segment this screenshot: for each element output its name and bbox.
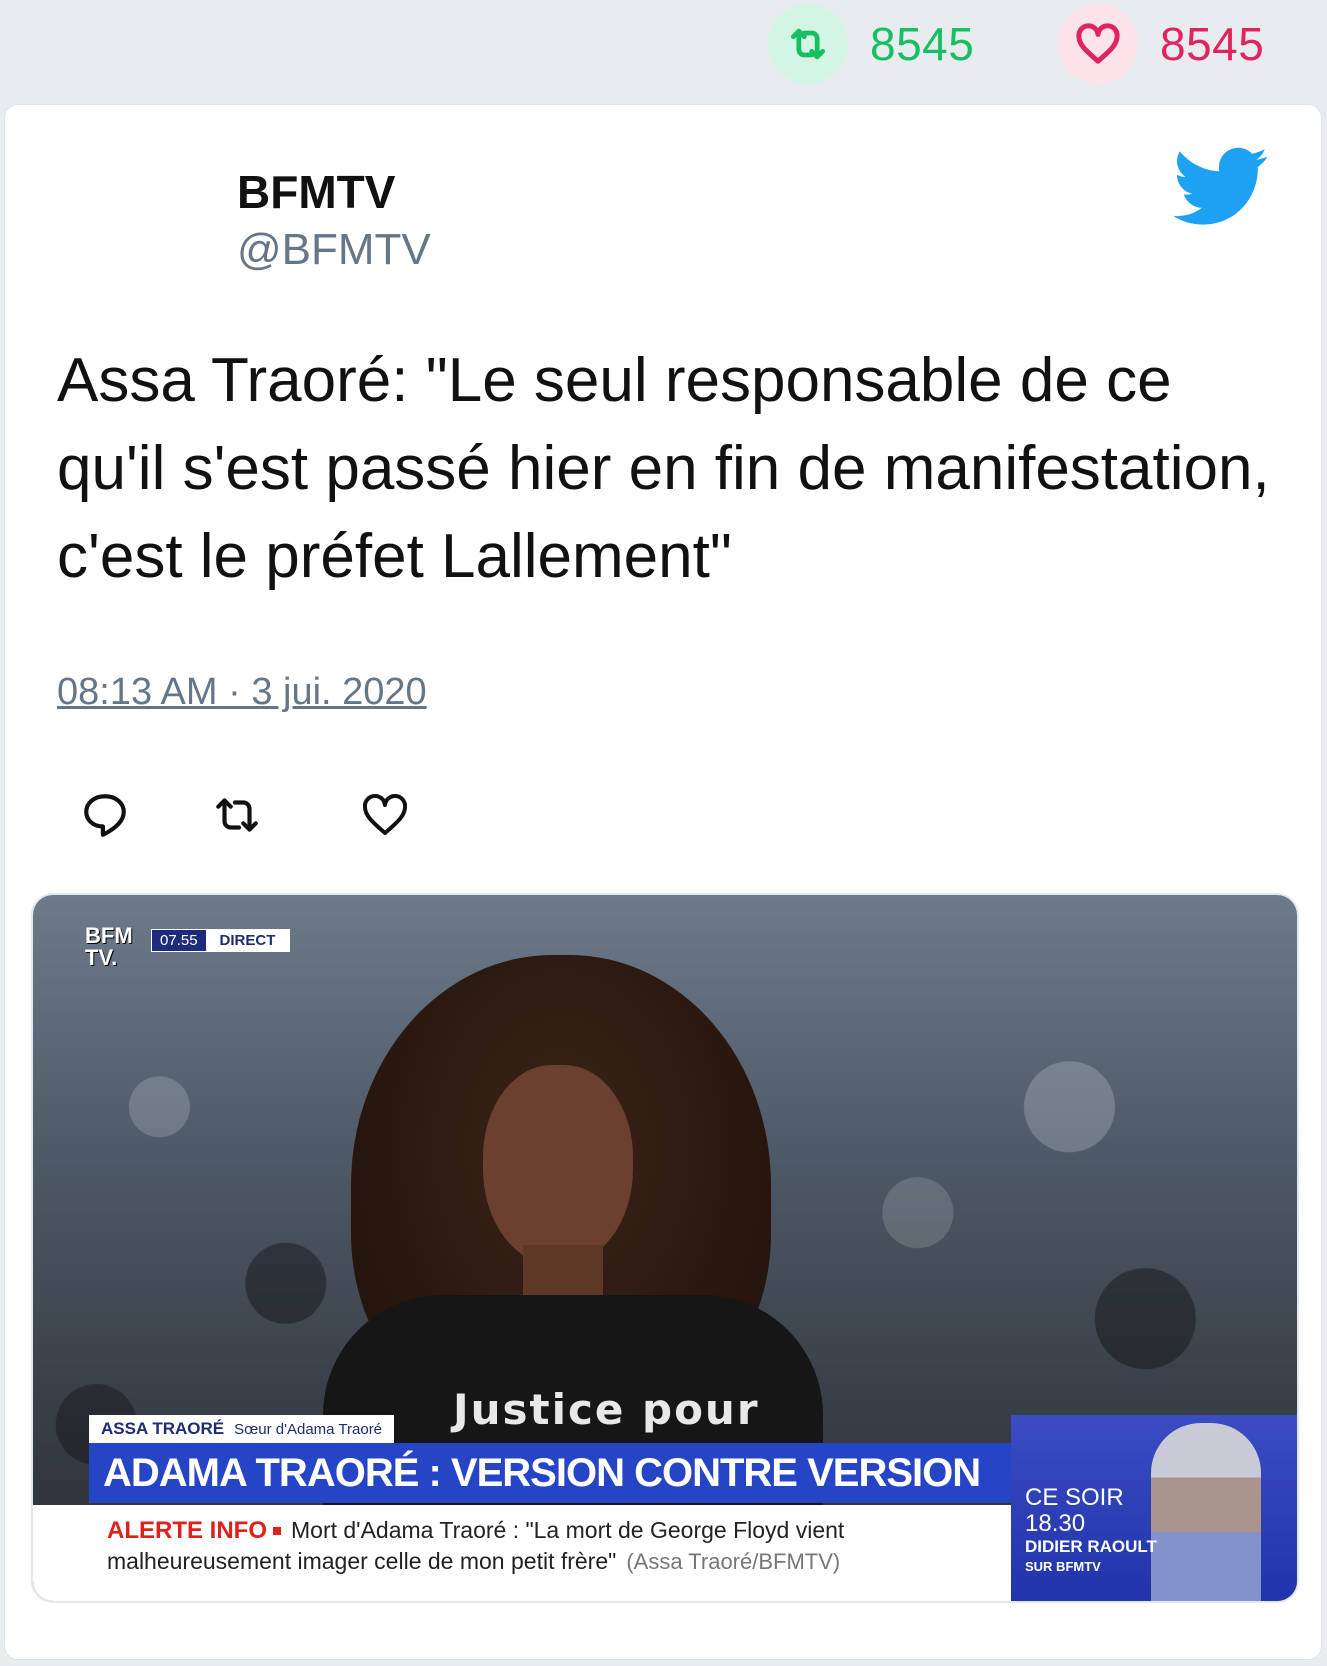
retweet-count: 8545 [870,18,975,70]
speaker-name-strip: ASSA TRAORÉ Sœur d'Adama Traoré [89,1415,395,1443]
live-badge: 07.55 DIRECT [151,929,291,952]
shirt-text: Justice pour [453,1385,760,1434]
logo-line2: TV. [85,945,118,970]
broadcast-headline: ADAMA TRAORÉ : VERSION CONTRE VERSION [89,1443,1013,1503]
promo-line2: 18.30 [1025,1510,1086,1537]
promo-line1: CE SOIR [1025,1484,1124,1511]
retweet-action-icon[interactable] [207,785,267,845]
live-time: 07.55 [152,930,206,951]
alert-line1: Mort d'Adama Traoré : "La mort de George… [291,1517,845,1543]
heart-action-icon[interactable] [355,785,415,845]
tweet-timestamp[interactable]: 08:13 AM · 3 jui. 2020 [57,671,427,714]
alert-label: ALERTE INFO [107,1517,267,1544]
retweet-icon[interactable] [768,4,848,84]
live-label: DIRECT [205,930,290,951]
promo-name: DIDIER RAOULT [1025,1537,1157,1556]
retweet-stat[interactable]: 8545 [768,4,974,84]
tweet-media-image[interactable]: Justice pour BFM TV. 07.55 DIRECT ASSA T… [31,893,1299,1603]
speaker-name: ASSA TRAORÉ [101,1419,225,1438]
reply-icon[interactable] [75,785,135,845]
news-ticker: ALERTE INFO Mort d'Adama Traoré : "La mor… [33,1505,1013,1601]
tweet-card: BFMTV @BFMTV Assa Traoré: "Le seul respo… [4,104,1322,1660]
twitter-bird-icon[interactable] [1173,147,1269,227]
promo-panel: CE SOIR 18.30 DIDIER RAOULT SUR BFMTV [1011,1415,1297,1601]
like-count: 8545 [1160,18,1265,70]
bfmtv-logo: BFM TV. [85,925,133,969]
tweet-text: Assa Traoré: "Le seul responsable de ce … [57,346,1270,591]
heart-icon[interactable] [1058,4,1138,84]
speaker-face [483,1065,633,1265]
author-handle[interactable]: @BFMTV [237,225,431,275]
alert-line2: malheureusement imager celle de mon peti… [107,1548,617,1574]
author-name[interactable]: BFMTV [237,165,395,219]
alert-source: (Assa Traoré/BFMTV) [626,1549,841,1574]
like-stat[interactable]: 8545 [1058,4,1264,84]
promo-sub: SUR BFMTV [1025,1559,1101,1574]
engagement-stats: 8545 8545 [0,0,1327,90]
promo-person [1151,1423,1261,1601]
alert-dot [273,1527,281,1535]
speaker-role: Sœur d'Adama Traoré [234,1420,383,1438]
